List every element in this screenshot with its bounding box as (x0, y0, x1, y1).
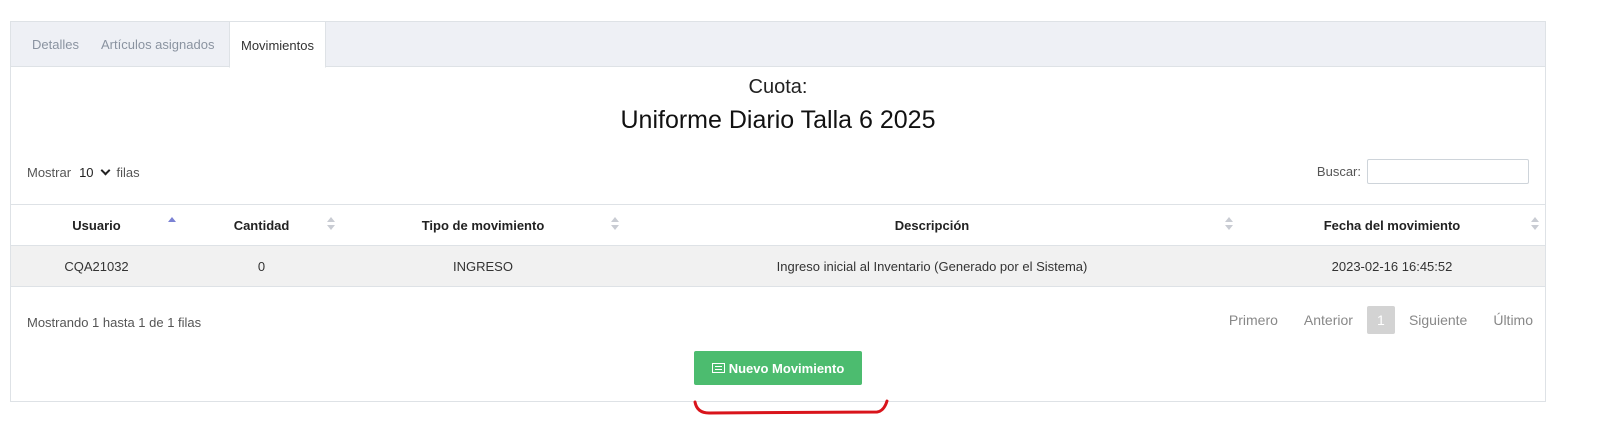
length-suffix: filas (116, 165, 140, 180)
movements-table: Usuario Cantidad Tipo de movimiento Desc… (11, 204, 1545, 287)
page-next-button[interactable]: Siguiente (1409, 312, 1467, 328)
new-movement-label: Nuevo Movimiento (728, 360, 845, 376)
table-header-row: Usuario Cantidad Tipo de movimiento Desc… (11, 204, 1545, 246)
quota-title: Uniforme Diario Talla 6 2025 (620, 106, 936, 134)
sort-icon (1225, 217, 1233, 231)
page-previous-button[interactable]: Anterior (1304, 312, 1353, 328)
rows-per-page-value: 10 (79, 165, 94, 180)
page-first-button[interactable]: Primero (1229, 312, 1278, 328)
page-last-button[interactable]: Último (1493, 312, 1533, 328)
tab-movimientos[interactable]: Movimientos (229, 21, 326, 68)
rows-per-page-select[interactable]: 10 (79, 165, 110, 180)
chevron-down-icon (100, 165, 110, 176)
cell-usuario: CQA21032 (11, 245, 182, 287)
column-header-usuario[interactable]: Usuario (11, 204, 182, 246)
column-header-fecha[interactable]: Fecha del movimiento (1239, 204, 1545, 246)
length-control: Mostrar 10 filas (27, 165, 140, 180)
pagination: Primero Anterior 1 Siguiente Último (1229, 306, 1533, 334)
search-control: Buscar: (1317, 159, 1529, 184)
tab-detalles[interactable]: Detalles (21, 22, 90, 67)
column-header-descripcion[interactable]: Descripción (625, 204, 1239, 246)
search-label: Buscar: (1316, 164, 1361, 179)
table-row[interactable]: CQA21032 0 INGRESO Ingreso inicial al In… (11, 245, 1545, 287)
cell-cantidad: 0 (182, 245, 341, 287)
column-label: Descripción (894, 217, 970, 233)
red-underline-annotation (693, 399, 889, 415)
column-label: Fecha del movimiento (1323, 217, 1461, 233)
column-header-cantidad[interactable]: Cantidad (182, 204, 341, 246)
column-label: Tipo de movimiento (421, 217, 545, 233)
movements-panel: Detalles Artículos asignados Movimientos… (10, 21, 1546, 415)
sort-asc-icon (168, 217, 176, 231)
cell-descripcion: Ingreso inicial al Inventario (Generado … (625, 245, 1239, 287)
tab-bar: Detalles Artículos asignados Movimientos (11, 21, 1545, 68)
length-prefix: Mostrar (27, 165, 72, 180)
list-icon (711, 363, 725, 373)
column-label: Cantidad (233, 217, 290, 233)
sort-icon (1531, 217, 1539, 231)
sort-icon (327, 217, 335, 231)
search-input[interactable] (1367, 159, 1529, 184)
cell-fecha: 2023-02-16 16:45:52 (1239, 245, 1545, 287)
quota-label: Cuota: (748, 76, 808, 98)
table-info: Mostrando 1 hasta 1 de 1 filas (27, 315, 202, 330)
sort-icon (611, 217, 619, 231)
column-label: Usuario (72, 217, 121, 233)
tab-articulos-asignados[interactable]: Artículos asignados (90, 22, 225, 67)
column-header-tipo[interactable]: Tipo de movimiento (341, 204, 625, 246)
page-current-button[interactable]: 1 (1366, 306, 1395, 334)
cell-tipo: INGRESO (341, 245, 625, 287)
new-movement-button[interactable]: Nuevo Movimiento (694, 351, 862, 385)
